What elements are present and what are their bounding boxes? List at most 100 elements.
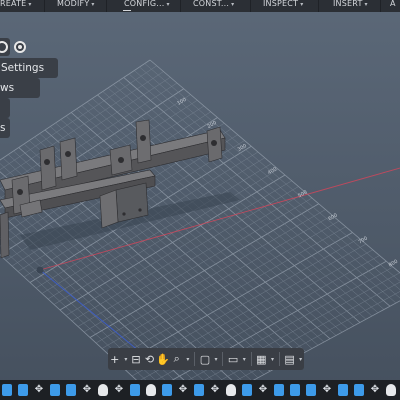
divider xyxy=(250,0,251,12)
mount-block xyxy=(115,182,149,223)
viewports-caret[interactable]: ▾ xyxy=(296,350,304,368)
timeline-move-icon[interactable]: ✥ xyxy=(82,384,92,396)
chevron-down-icon: ▾ xyxy=(242,355,246,363)
grid-icon: ▦ xyxy=(256,352,267,366)
divider xyxy=(250,352,252,366)
timeline-body-icon[interactable] xyxy=(290,384,300,396)
bolt-hole xyxy=(44,159,50,165)
main-toolbar: REATE ▾ MODIFY ▾ CONFIG... ▾ CONST... ▾ INSP… xyxy=(0,0,400,12)
timeline-component-icon[interactable] xyxy=(386,384,396,396)
menu-insert[interactable]: INSERT ▾ xyxy=(333,0,368,11)
divider xyxy=(278,352,280,366)
bolt-hole xyxy=(122,212,126,216)
chevron-down-icon: ▾ xyxy=(270,355,274,363)
divider xyxy=(44,0,45,12)
bracket-1 xyxy=(135,119,152,164)
chevron-down-icon: ▾ xyxy=(231,1,235,8)
timeline-move-icon[interactable]: ✥ xyxy=(258,384,268,396)
timeline-body-icon[interactable] xyxy=(354,384,364,396)
zoom-button[interactable]: ⌕ xyxy=(170,350,184,368)
plus-icon: + xyxy=(110,352,120,366)
timeline-body-icon[interactable] xyxy=(162,384,172,396)
orbit-icon: ⟲ xyxy=(144,352,155,366)
menu-inspect[interactable]: INSPECT ▾ xyxy=(263,0,303,11)
zoom-caret[interactable]: ▾ xyxy=(183,350,191,368)
divider xyxy=(380,0,381,12)
timeline-component-icon[interactable] xyxy=(226,384,236,396)
display-settings-button[interactable]: ▭ xyxy=(226,350,240,368)
display-caret[interactable]: ▾ xyxy=(240,350,248,368)
display-settings-icon: ▭ xyxy=(227,352,239,366)
fit-button[interactable]: ▢ xyxy=(198,350,212,368)
fit-caret[interactable]: ▾ xyxy=(212,350,220,368)
capture-button[interactable]: ⊟ xyxy=(129,350,143,368)
menu-modify[interactable]: MODIFY ▾ xyxy=(57,0,95,11)
browser-item-settings[interactable]: Settings xyxy=(0,58,58,78)
pan-button[interactable]: ✋ xyxy=(156,350,170,368)
timeline-body-icon[interactable] xyxy=(242,384,252,396)
chevron-down-icon: ▾ xyxy=(300,1,304,8)
divider xyxy=(318,0,319,12)
chevron-down-icon: ▾ xyxy=(214,355,218,363)
timeline-body-icon[interactable] xyxy=(194,384,204,396)
browser-item-3[interactable] xyxy=(0,98,10,118)
bolt-hole xyxy=(118,157,124,163)
grid-button[interactable]: ▦ xyxy=(255,350,269,368)
divider xyxy=(194,352,196,366)
visibility-icon[interactable] xyxy=(14,41,26,53)
timeline-move-icon[interactable]: ✥ xyxy=(114,384,124,396)
timeline-body-icon[interactable] xyxy=(2,384,12,396)
bolt-hole xyxy=(140,135,146,141)
grid-caret[interactable]: ▾ xyxy=(268,350,276,368)
timeline-body-icon[interactable] xyxy=(130,384,140,396)
chevron-down-icon: ▾ xyxy=(186,355,190,363)
fit-icon: ▢ xyxy=(199,352,211,366)
timeline-move-icon[interactable]: ✥ xyxy=(322,384,332,396)
timeline-body-icon[interactable] xyxy=(66,384,76,396)
chevron-down-icon: ▾ xyxy=(299,355,303,363)
viewports-icon: ▤ xyxy=(284,352,295,366)
add-button[interactable]: + xyxy=(108,350,122,368)
canvas-viewport[interactable]: 100200300400500600700800 xyxy=(0,0,400,400)
timeline: ✥✥✥✥✥✥✥✥✥ xyxy=(0,380,400,400)
bolt-hole xyxy=(138,208,142,212)
timeline-body-icon[interactable] xyxy=(50,384,60,396)
bracket-3 xyxy=(59,137,78,181)
menu-create[interactable]: REATE ▾ xyxy=(0,0,32,11)
menu-assemble[interactable]: A xyxy=(390,0,396,11)
orbit-button[interactable]: ⟲ xyxy=(143,350,157,368)
leg-left xyxy=(0,211,10,259)
divider xyxy=(106,0,107,12)
chevron-down-icon: ▾ xyxy=(91,1,95,8)
timeline-body-icon[interactable] xyxy=(338,384,348,396)
timeline-move-icon[interactable]: ✥ xyxy=(34,384,44,396)
browser-item-views[interactable]: ws xyxy=(0,78,40,98)
timeline-move-icon[interactable]: ✥ xyxy=(210,384,220,396)
timeline-component-icon[interactable] xyxy=(98,384,108,396)
browser-item-4[interactable]: s xyxy=(0,118,10,138)
bolt-hole xyxy=(211,140,217,146)
divider xyxy=(180,0,181,12)
navigation-bar: + ▾ ⊟ ⟲ ✋ ⌕ ▾ ▢ ▾ ▭ ▾ ▦ ▾ ▤ ▾ xyxy=(108,348,304,370)
nav-caret[interactable]: ▾ xyxy=(122,350,130,368)
divider xyxy=(222,352,224,366)
menu-construct[interactable]: CONST... ▾ xyxy=(193,0,234,11)
chevron-down-icon: ▾ xyxy=(364,1,368,8)
bolt-hole xyxy=(17,189,23,195)
timeline-component-icon[interactable] xyxy=(146,384,156,396)
pan-icon: ✋ xyxy=(156,352,170,366)
chevron-down-icon: ▾ xyxy=(28,1,32,8)
minimize-mark xyxy=(123,10,131,11)
timeline-body-icon[interactable] xyxy=(306,384,316,396)
bracket-4 xyxy=(39,145,57,191)
viewports-button[interactable]: ▤ xyxy=(283,350,297,368)
timeline-body-icon[interactable] xyxy=(274,384,284,396)
mount-block-side xyxy=(99,189,119,229)
origin-marker xyxy=(36,266,44,274)
timeline-move-icon[interactable]: ✥ xyxy=(370,384,380,396)
timeline-move-icon[interactable]: ✥ xyxy=(178,384,188,396)
chevron-down-icon: ▾ xyxy=(124,355,128,363)
zoom-icon: ⌕ xyxy=(173,352,180,365)
capture-icon: ⊟ xyxy=(131,352,141,366)
timeline-body-icon[interactable] xyxy=(18,384,28,396)
